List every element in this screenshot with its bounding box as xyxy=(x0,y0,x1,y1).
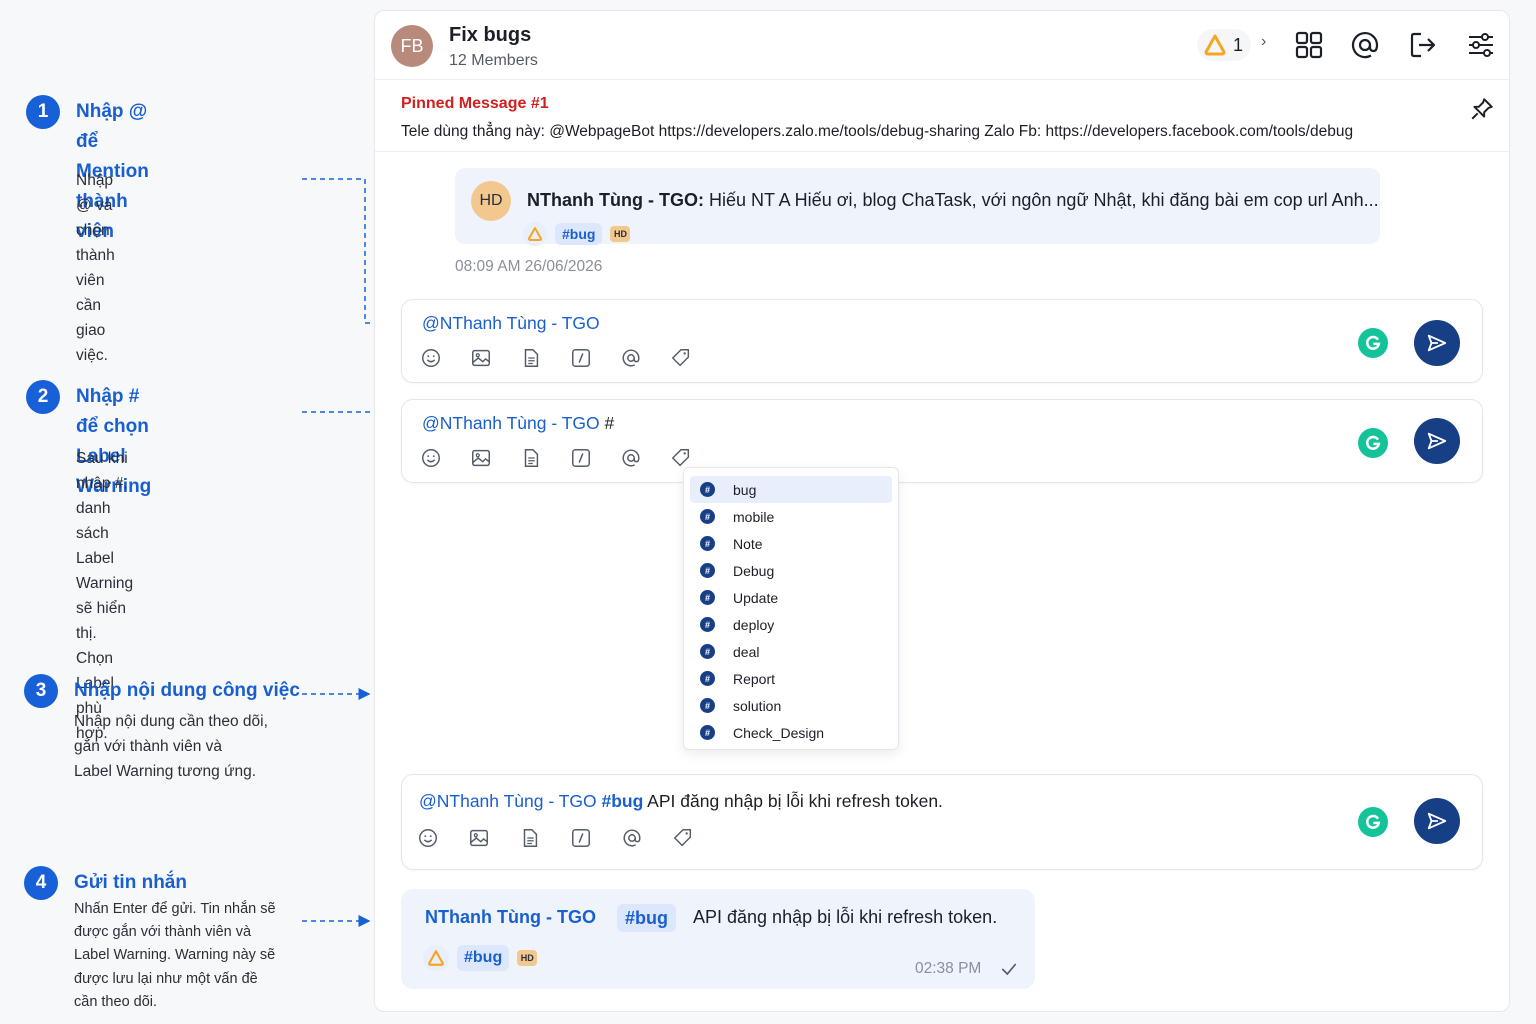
sender-name[interactable]: NThanh Tùng - TGO xyxy=(425,907,596,928)
composer-toolbar xyxy=(417,827,694,849)
emoji-icon[interactable] xyxy=(417,827,439,849)
hashtag-icon: # xyxy=(700,536,715,551)
fire-warning-icon xyxy=(1204,34,1226,56)
fire-warning-icon xyxy=(523,222,547,246)
image-icon[interactable] xyxy=(468,827,490,849)
label-option-report[interactable]: # Report xyxy=(690,665,892,692)
chat-header: FB Fix bugs 12 Members 1 › xyxy=(375,11,1509,80)
message-chips: #bug HD xyxy=(423,945,538,971)
hashtag-icon: # xyxy=(700,482,715,497)
file-icon[interactable] xyxy=(519,827,541,849)
image-icon[interactable] xyxy=(470,347,492,369)
hashtag-icon: # xyxy=(700,617,715,632)
send-icon xyxy=(1427,334,1447,352)
slash-command-icon[interactable] xyxy=(570,827,592,849)
label-option-debug[interactable]: # Debug xyxy=(690,557,892,584)
message-composer-2[interactable]: @NThanh Tùng - TGO # xyxy=(401,399,1483,483)
hashtag-icon: # xyxy=(700,698,715,713)
send-icon xyxy=(1427,812,1447,830)
quoted-chips: #bug HD xyxy=(523,222,631,246)
label-token: #bug xyxy=(596,791,644,811)
pin-icon[interactable] xyxy=(1469,96,1495,122)
pinned-title: Pinned Message #1 xyxy=(401,95,549,112)
message-time: 02:38 PM xyxy=(915,960,982,977)
pinned-text: Tele dùng thẳng này: @WebpageBot https:/… xyxy=(401,123,1354,140)
message-composer-3[interactable]: @NThanh Tùng - TGO #bug API đăng nhập bị… xyxy=(401,774,1483,870)
pinned-message[interactable]: Pinned Message #1 Tele dùng thẳng này: @… xyxy=(375,80,1509,152)
grammarly-icon[interactable] xyxy=(1358,328,1388,358)
hashtag-icon: # xyxy=(700,563,715,578)
typed-hash: # xyxy=(599,413,615,433)
group-title: Fix bugs xyxy=(449,24,532,46)
image-icon[interactable] xyxy=(470,447,492,469)
chevron-right-icon[interactable]: › xyxy=(1261,33,1266,51)
emoji-icon[interactable] xyxy=(420,347,442,369)
message-text: API đăng nhập bị lỗi khi refresh token. xyxy=(693,907,998,927)
mention-token: @NThanh Tùng - TGO xyxy=(422,313,600,333)
composer-input[interactable]: @NThanh Tùng - TGO # xyxy=(422,413,614,434)
hashtag-icon: # xyxy=(700,671,715,686)
grammarly-icon[interactable] xyxy=(1358,428,1388,458)
label-chip[interactable]: #bug xyxy=(617,904,676,932)
mention-icon[interactable] xyxy=(620,447,642,469)
composer-toolbar xyxy=(420,447,692,469)
check-icon xyxy=(1001,963,1017,976)
label-dropdown[interactable]: # bug # mobile # Note # Debug # Update # deplo… xyxy=(683,467,899,750)
emoji-icon[interactable] xyxy=(420,447,442,469)
send-icon xyxy=(1427,432,1447,450)
tag-icon[interactable] xyxy=(670,347,692,369)
hashtag-icon: # xyxy=(700,509,715,524)
message-content: API đăng nhập bị lỗi khi refresh token. xyxy=(643,791,943,811)
mention-icon[interactable] xyxy=(621,827,643,849)
send-button[interactable] xyxy=(1414,418,1460,464)
mention-token: @NThanh Tùng - TGO xyxy=(419,791,597,811)
tag-icon[interactable] xyxy=(672,827,694,849)
label-chip[interactable]: #bug xyxy=(555,223,603,245)
hashtag-icon: # xyxy=(700,725,715,740)
mention-token: @NThanh Tùng - TGO xyxy=(422,413,600,433)
group-avatar[interactable]: FB xyxy=(391,25,433,67)
label-chip[interactable]: #bug xyxy=(457,945,510,971)
label-option-check-design[interactable]: # Check_Design xyxy=(690,719,892,746)
logout-icon[interactable] xyxy=(1407,29,1439,61)
quoted-message[interactable]: HD NThanh Tùng - TGO: Hiếu NT A Hiếu ơi,… xyxy=(455,168,1380,246)
settings-sliders-icon[interactable] xyxy=(1465,29,1497,61)
hd-badge: HD xyxy=(610,226,631,242)
file-icon[interactable] xyxy=(520,447,542,469)
hashtag-icon: # xyxy=(700,590,715,605)
composer-input[interactable]: @NThanh Tùng - TGO xyxy=(422,313,600,334)
members-count[interactable]: 12 Members xyxy=(449,52,538,70)
label-option-mobile[interactable]: # mobile xyxy=(690,503,892,530)
label-option-bug[interactable]: # bug xyxy=(690,476,892,503)
chat-panel: FB Fix bugs 12 Members 1 › Pinned Messag… xyxy=(374,10,1510,1012)
composer-toolbar xyxy=(420,347,692,369)
sent-message[interactable]: NThanh Tùng - TGO #bug API đăng nhập bị … xyxy=(401,889,1035,989)
slash-command-icon[interactable] xyxy=(570,347,592,369)
warning-count: 1 xyxy=(1233,34,1244,55)
message-timestamp: 08:09 AM 26/06/2026 xyxy=(455,258,603,275)
message-composer-1[interactable]: @NThanh Tùng - TGO xyxy=(401,299,1483,383)
mention-icon[interactable] xyxy=(620,347,642,369)
sender-avatar: HD xyxy=(471,181,511,221)
label-option-deal[interactable]: # deal xyxy=(690,638,892,665)
fire-warning-icon xyxy=(423,945,449,971)
grid-icon[interactable] xyxy=(1293,29,1325,61)
slash-command-icon[interactable] xyxy=(570,447,592,469)
tag-icon[interactable] xyxy=(670,447,692,469)
composer-input[interactable]: @NThanh Tùng - TGO #bug API đăng nhập bị… xyxy=(419,791,943,812)
grammarly-icon[interactable] xyxy=(1358,807,1388,837)
quoted-text: NThanh Tùng - TGO: Hiếu NT A Hiếu ơi, bl… xyxy=(527,190,1379,210)
at-icon[interactable] xyxy=(1349,29,1381,61)
file-icon[interactable] xyxy=(520,347,542,369)
hd-badge: HD xyxy=(517,950,538,966)
warning-counter[interactable]: 1 xyxy=(1197,29,1252,61)
label-option-deploy[interactable]: # deploy xyxy=(690,611,892,638)
connector-arrows xyxy=(302,178,392,927)
label-option-update[interactable]: # Update xyxy=(690,584,892,611)
label-option-note[interactable]: # Note xyxy=(690,530,892,557)
send-button[interactable] xyxy=(1414,798,1460,844)
label-option-solution[interactable]: # solution xyxy=(690,692,892,719)
hashtag-icon: # xyxy=(700,644,715,659)
send-button[interactable] xyxy=(1414,320,1460,366)
